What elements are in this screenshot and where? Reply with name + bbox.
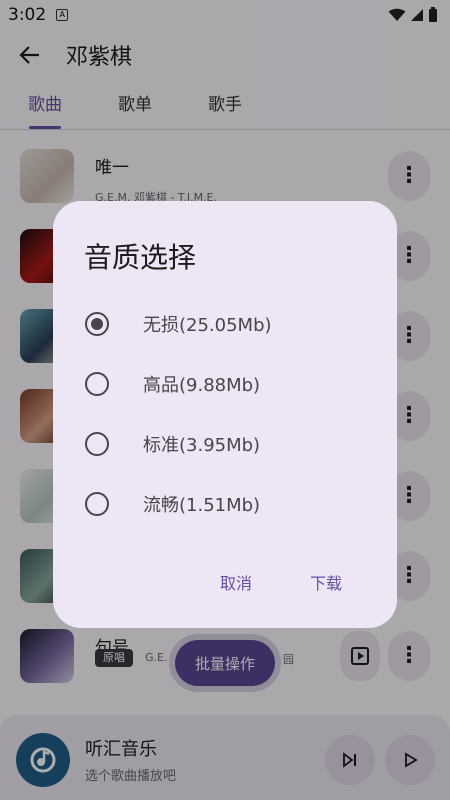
quality-option-lossless[interactable]: 无损(25.05Mb) (53, 299, 397, 349)
dialog-title: 音质选择 (84, 241, 197, 274)
quality-option-standard[interactable]: 标准(3.95Mb) (53, 419, 397, 469)
option-label: 高品(9.88Mb) (143, 375, 261, 396)
radio-unselected-icon[interactable] (85, 432, 109, 456)
radio-selected-icon[interactable] (85, 312, 109, 336)
radio-unselected-icon[interactable] (85, 372, 109, 396)
quality-dialog: 音质选择 无损(25.05Mb) 高品(9.88Mb) 标准(3.95Mb) 流… (53, 201, 397, 628)
app-screen: 3:02 A 邓紫棋 歌曲 歌单 歌手 唯一 G.E.M. 邓紫棋 - T.I.… (0, 0, 450, 800)
download-button[interactable]: 下载 (310, 570, 342, 594)
cancel-button[interactable]: 取消 (220, 570, 252, 594)
quality-option-high[interactable]: 高品(9.88Mb) (53, 359, 397, 409)
option-label: 流畅(1.51Mb) (143, 495, 261, 516)
radio-unselected-icon[interactable] (85, 492, 109, 516)
option-label: 无损(25.05Mb) (143, 315, 272, 336)
option-label: 标准(3.95Mb) (143, 435, 261, 456)
quality-option-smooth[interactable]: 流畅(1.51Mb) (53, 479, 397, 529)
